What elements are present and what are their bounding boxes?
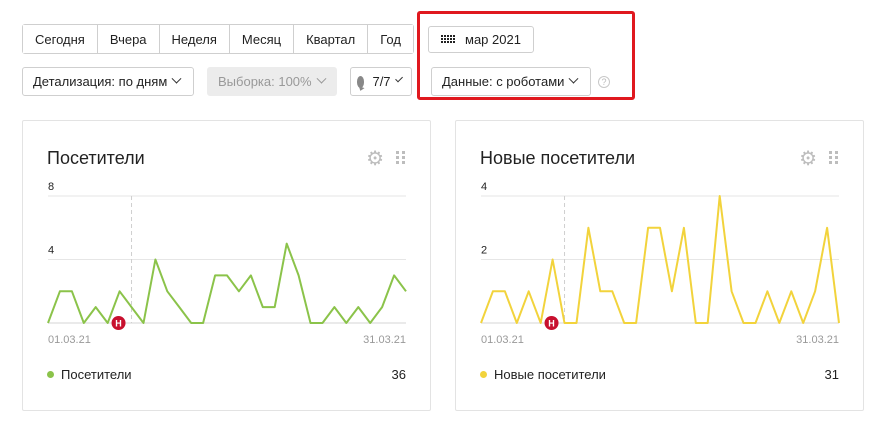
sample-dropdown-label: Выборка: 100% — [218, 74, 312, 89]
segments-dropdown[interactable]: 7/7 — [350, 67, 412, 96]
widget-new-visitors: Новые посетители ⚙ 2 4 Н 01.03.21 31.03.21 Н… — [455, 120, 864, 411]
legend[interactable]: Новые посетители — [480, 367, 606, 382]
y-tick-label: 4 — [48, 245, 54, 257]
period-quarter-button[interactable]: Квартал — [294, 25, 369, 53]
x-end-label: 31.03.21 — [363, 334, 406, 346]
annotation-marker-label: Н — [548, 319, 555, 329]
y-tick-label: 2 — [481, 245, 487, 257]
period-month-button[interactable]: Месяц — [229, 25, 295, 53]
x-start-label: 01.03.21 — [48, 334, 91, 346]
period-year-button[interactable]: Год — [368, 25, 413, 53]
detail-dropdown[interactable]: Детализация: по дням — [22, 67, 194, 96]
annotation-marker-label: Н — [115, 319, 122, 329]
chevron-down-icon — [171, 73, 182, 84]
widget-total: 36 — [391, 367, 406, 382]
detail-dropdown-label: Детализация: по дням — [33, 74, 168, 89]
period-yesterday-button[interactable]: Вчера — [97, 25, 160, 53]
chevron-down-icon — [316, 73, 327, 84]
new-visitors-chart: 2 4 Н 01.03.21 31.03.21 — [480, 181, 840, 346]
legend-dot — [480, 371, 487, 378]
segments-dropdown-label: 7/7 — [372, 74, 391, 89]
y-tick-label: 4 — [481, 181, 487, 193]
legend-dot — [47, 371, 54, 378]
legend[interactable]: Посетители — [47, 367, 132, 382]
period-selector: Сегодня Вчера Неделя Месяц Квартал Год — [22, 24, 414, 54]
legend-label: Новые посетители — [494, 367, 606, 382]
period-today-button[interactable]: Сегодня — [23, 25, 98, 53]
x-start-label: 01.03.21 — [481, 334, 524, 346]
legend-label: Посетители — [61, 367, 132, 382]
y-tick-label: 8 — [48, 181, 54, 193]
comment-icon — [357, 75, 365, 88]
visitors-chart: 4 8 Н 01.03.21 31.03.21 — [47, 181, 407, 346]
widget-total: 31 — [824, 367, 839, 382]
period-week-button[interactable]: Неделя — [159, 25, 230, 53]
highlight-frame — [417, 11, 635, 100]
x-end-label: 31.03.21 — [796, 334, 839, 346]
chevron-down-icon — [394, 74, 403, 83]
series-line — [47, 242, 407, 324]
sample-dropdown: Выборка: 100% — [207, 67, 337, 96]
widget-visitors: Посетители ⚙ 4 8 Н 01.03.21 31.03.21 Посетит… — [22, 120, 431, 411]
